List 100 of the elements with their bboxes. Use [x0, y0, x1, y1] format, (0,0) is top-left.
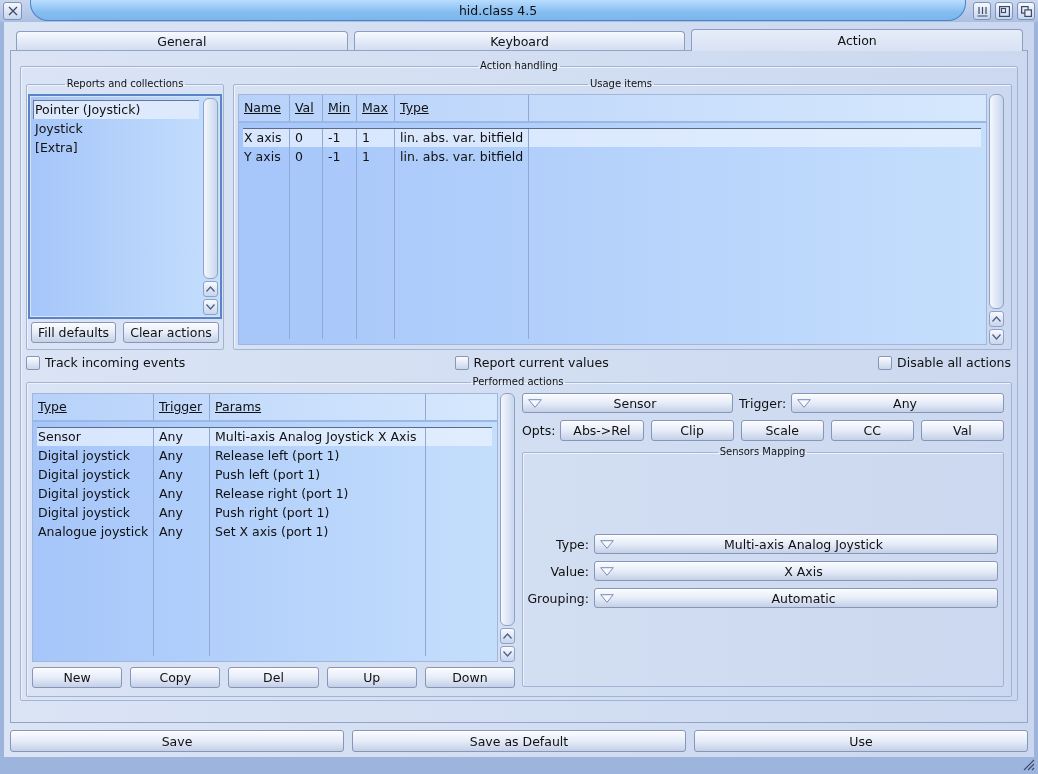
chevron-up-icon	[206, 286, 215, 292]
table-cell: 1	[357, 147, 395, 166]
scrollbar[interactable]	[500, 393, 515, 626]
chevron-down-icon	[992, 334, 1001, 340]
table-cell: 0	[290, 129, 323, 147]
zoom-button[interactable]	[995, 2, 1013, 20]
table-cell: X axis	[243, 129, 290, 147]
button[interactable]: Del	[228, 667, 319, 688]
table-cell: 1	[357, 129, 395, 147]
button[interactable]: Fill defaults	[31, 322, 116, 343]
option-button[interactable]: Abs->Rel	[560, 420, 644, 441]
triangle-down-icon	[600, 593, 614, 603]
tab[interactable]: Action	[691, 29, 1023, 51]
triangle-down-icon	[528, 398, 542, 408]
table-row[interactable]: Sensor Any Multi-axis Analog Joystick X Axis	[37, 427, 492, 446]
table-cell: Analogue joystick	[37, 522, 154, 541]
table-cell: -1	[323, 129, 357, 147]
list-item[interactable]: Joystick	[33, 119, 199, 138]
table-cell: Any	[154, 522, 210, 541]
table-row[interactable]: Digital joystick Any Release right (port 1)	[37, 484, 492, 503]
chevron-down-icon	[503, 651, 512, 657]
list-item[interactable]: [Extra]	[33, 138, 199, 157]
scroll-down-button[interactable]	[203, 299, 218, 315]
window-title: hid.class 4.5	[458, 2, 538, 18]
scroll-down-button[interactable]	[500, 646, 515, 662]
column-header[interactable]: Type	[37, 394, 154, 420]
option-button[interactable]: Clip	[650, 420, 734, 441]
column-header[interactable]: Min	[323, 95, 357, 121]
table-cell: Digital joystick	[37, 484, 154, 503]
table-cell: Push right (port 1)	[210, 503, 426, 522]
table-cell: Any	[154, 503, 210, 522]
option-button[interactable]: CC	[830, 420, 914, 441]
dropdown[interactable]: Multi-axis Analog Joystick	[594, 534, 998, 554]
button[interactable]: Copy	[130, 667, 221, 688]
scroll-up-button[interactable]	[203, 281, 218, 297]
table-cell: -1	[323, 147, 357, 166]
resize-grip-icon[interactable]	[1023, 759, 1035, 771]
table-cell: Release left (port 1)	[210, 446, 426, 465]
table-cell: Digital joystick	[37, 465, 154, 484]
checkbox-label[interactable]: Report current values	[473, 355, 609, 370]
button[interactable]: Down	[424, 667, 515, 688]
list-item[interactable]: Pointer (Joystick)	[33, 100, 199, 119]
depth-button[interactable]	[1017, 2, 1035, 20]
table-cell: 0	[290, 147, 323, 166]
table-cell: lin. abs. var. bitfield	[395, 147, 529, 166]
type-dropdown[interactable]: Sensor	[522, 393, 733, 413]
table-row[interactable]: Y axis 0 -1 1 lin. abs. var. bitfield	[243, 147, 981, 166]
button[interactable]: Use	[694, 730, 1028, 752]
bars-icon	[976, 5, 988, 17]
table-cell: Digital joystick	[37, 446, 154, 465]
table-cell: Digital joystick	[37, 503, 154, 522]
dropdown[interactable]: Automatic	[594, 588, 998, 608]
tab[interactable]: Keyboard	[353, 31, 686, 50]
checkbox[interactable]	[878, 355, 893, 370]
table-cell: Sensor	[37, 428, 154, 446]
chevron-down-icon	[206, 304, 215, 310]
group-title: Reports and collections	[65, 78, 185, 90]
checkbox-label[interactable]: Track incoming events	[45, 355, 186, 370]
table-cell: Push left (port 1)	[210, 465, 426, 484]
overlapping-squares-icon	[1020, 5, 1032, 17]
triangle-down-icon	[797, 398, 812, 408]
checkbox[interactable]	[26, 355, 40, 370]
trigger-dropdown[interactable]: Any	[791, 393, 1004, 413]
scroll-up-button[interactable]	[989, 311, 1004, 327]
table-row[interactable]: Digital joystick Any Push left (port 1)	[37, 465, 492, 484]
tab[interactable]: General	[16, 31, 348, 50]
button[interactable]: Save as Default	[352, 730, 686, 752]
table-cell: Any	[154, 484, 210, 503]
option-button[interactable]: Scale	[740, 420, 824, 441]
button[interactable]: New	[32, 667, 123, 688]
field-label: Trigger:	[739, 395, 787, 411]
column-header[interactable]: Name	[243, 95, 290, 121]
table-row[interactable]: Digital joystick Any Push right (port 1)	[37, 503, 492, 522]
scrollbar[interactable]	[203, 98, 218, 279]
button[interactable]: Save	[10, 730, 344, 752]
option-button[interactable]: Val	[920, 420, 1005, 441]
square-icon	[998, 5, 1010, 17]
checkbox-label[interactable]: Disable all actions	[897, 355, 1011, 370]
column-header[interactable]: Max	[357, 95, 395, 121]
scrollbar[interactable]	[989, 94, 1004, 309]
column-header[interactable]: Type	[395, 95, 529, 121]
iconify-button[interactable]	[973, 2, 991, 20]
button[interactable]: Up	[326, 667, 417, 688]
table-row[interactable]: X axis 0 -1 1 lin. abs. var. bitfield	[243, 128, 981, 147]
field-label: Value:	[549, 563, 589, 579]
close-button[interactable]	[3, 2, 22, 20]
column-header[interactable]: Params	[210, 394, 426, 420]
dropdown[interactable]: X Axis	[594, 561, 998, 581]
table-row[interactable]: Analogue joystick Any Set X axis (port 1)	[37, 522, 492, 541]
button[interactable]: Clear actions	[123, 322, 219, 343]
column-header[interactable]: Trigger	[154, 394, 210, 420]
checkbox[interactable]	[454, 355, 469, 370]
scroll-down-button[interactable]	[989, 329, 1004, 345]
table-cell: lin. abs. var. bitfield	[395, 129, 529, 147]
column-header[interactable]: Val	[290, 95, 323, 121]
group-title: Usage items	[588, 78, 654, 90]
table-row[interactable]: Digital joystick Any Release left (port 1)	[37, 446, 492, 465]
table-cell: Y axis	[243, 147, 290, 166]
scroll-up-button[interactable]	[500, 628, 515, 644]
table-cell: Release right (port 1)	[210, 484, 426, 503]
